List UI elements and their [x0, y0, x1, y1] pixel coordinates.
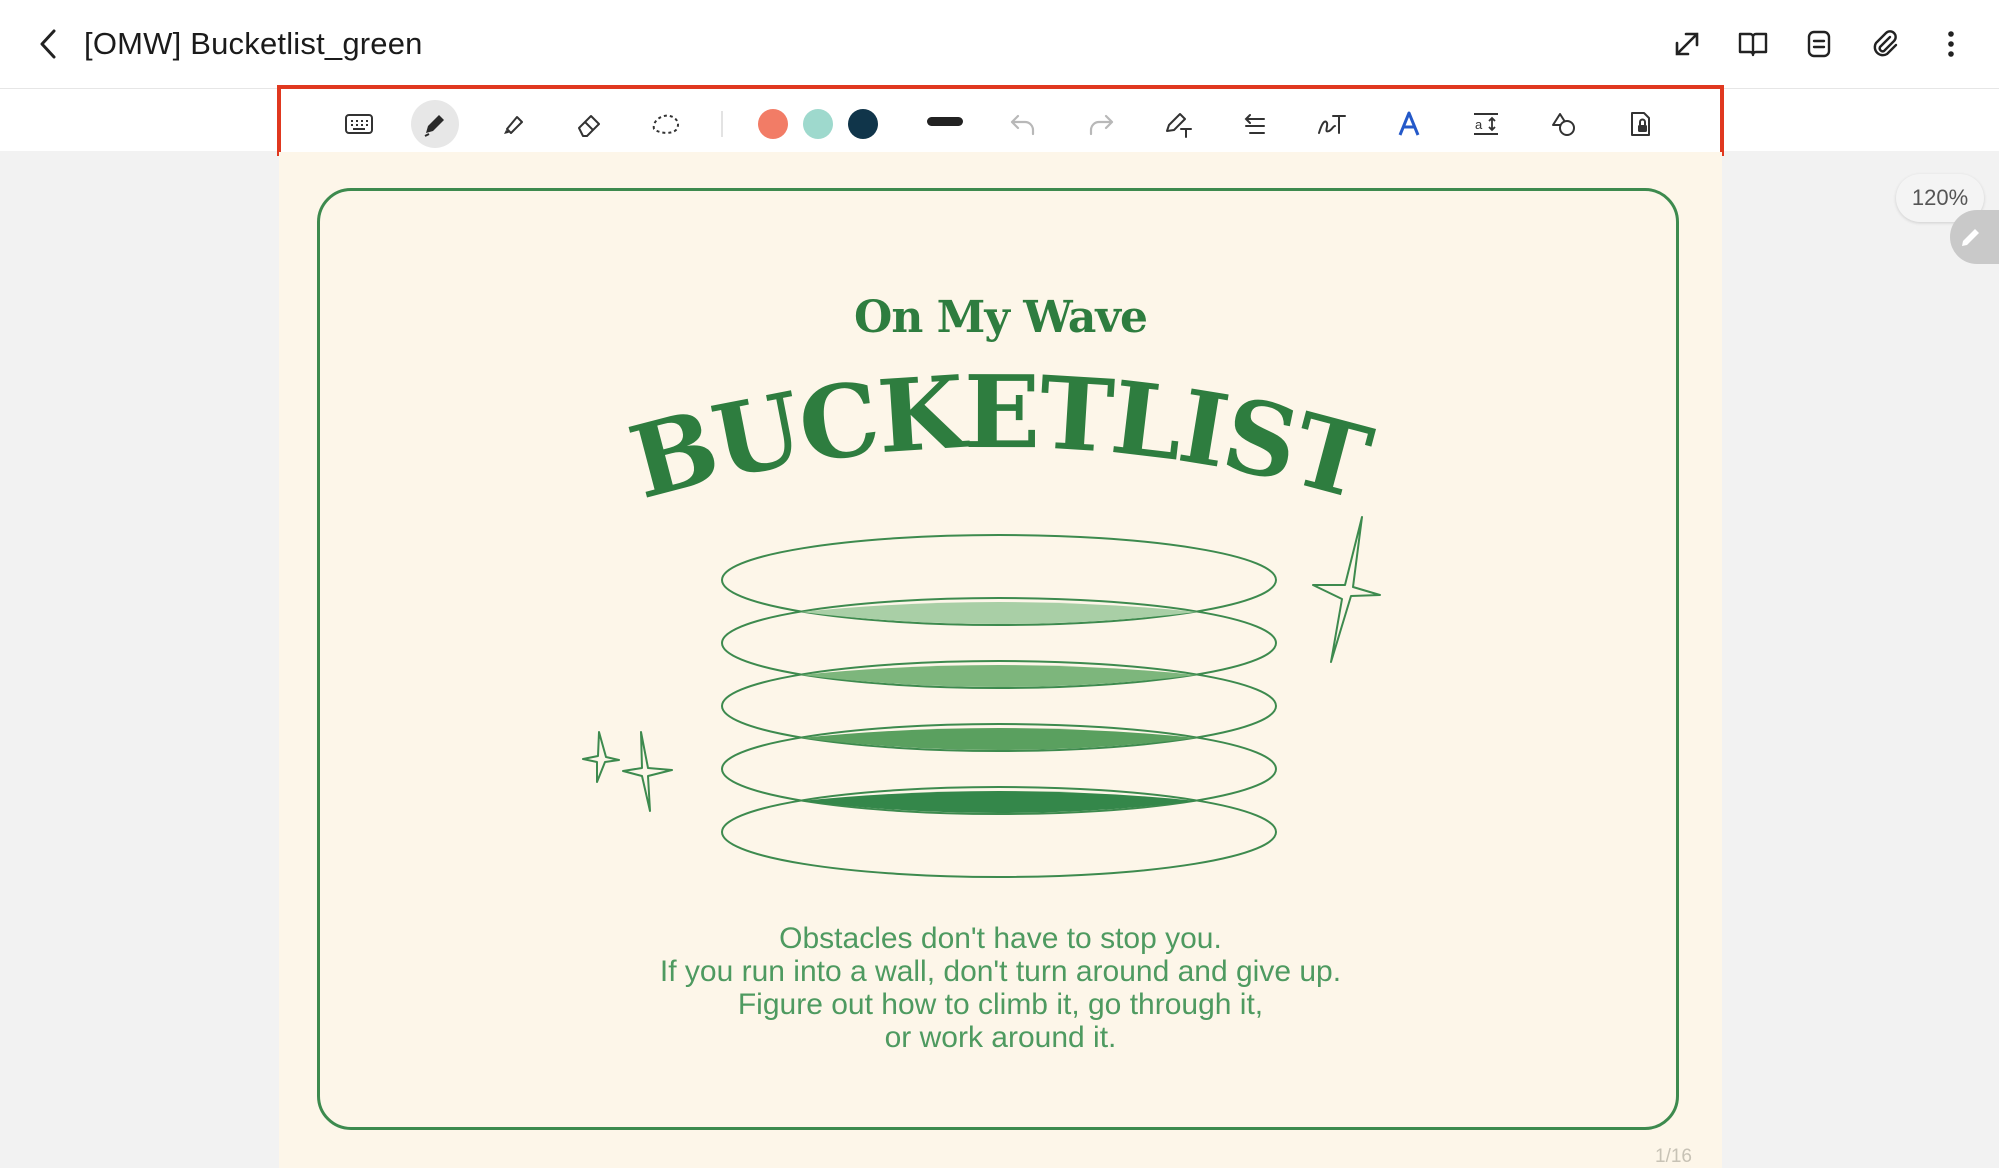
- text-align-icon: [1244, 114, 1265, 134]
- redo-icon: [1089, 114, 1114, 136]
- pen-icon: [424, 115, 444, 137]
- color-swatch-mint[interactable]: [803, 109, 833, 139]
- pen-tool[interactable]: [411, 100, 459, 148]
- more-button[interactable]: [1925, 18, 1977, 70]
- lasso-tool[interactable]: [642, 100, 690, 148]
- page-indicator: 1/16: [1655, 1146, 1692, 1167]
- pen-to-text-tool[interactable]: [1154, 100, 1202, 148]
- read-only-toggle[interactable]: [1616, 100, 1664, 148]
- note-title: [OMW] Bucketlist_green: [84, 26, 423, 61]
- text-spacing-icon: a: [1474, 113, 1498, 135]
- text-style-icon: [1398, 111, 1420, 136]
- page-list-icon: [1807, 30, 1831, 58]
- pencil-icon: [1962, 229, 1979, 246]
- quote-line: Figure out how to climb it, go through i…: [737, 988, 1264, 1021]
- pen-thickness-button[interactable]: [927, 117, 963, 126]
- undo-icon: [1010, 114, 1035, 136]
- pen-to-text-icon: [1166, 113, 1192, 138]
- color-swatch-coral[interactable]: [758, 109, 788, 139]
- attach-icon: [1873, 30, 1898, 57]
- lasso-icon: [652, 114, 679, 134]
- color-swatch-navy[interactable]: [848, 109, 878, 139]
- pen-toolbar: a: [277, 85, 1724, 156]
- sparkle-decoration: [582, 516, 1381, 812]
- page-list-button[interactable]: [1793, 18, 1845, 70]
- header-actions: [1661, 18, 1977, 70]
- note-page[interactable]: On My Wave BUCKETLIST Obstacles don't ha…: [279, 152, 1722, 1168]
- back-button[interactable]: [26, 22, 70, 66]
- shapes-tool[interactable]: [1539, 100, 1587, 148]
- back-arrow-icon: [40, 29, 56, 59]
- eraser-tool[interactable]: [565, 100, 613, 148]
- text-align-tool[interactable]: [1231, 100, 1279, 148]
- bucketlist-heading: BUCKETLIST: [619, 353, 1382, 523]
- text-style-tool[interactable]: [1385, 100, 1433, 148]
- svg-text:a: a: [1475, 117, 1483, 132]
- attach-button[interactable]: [1859, 18, 1911, 70]
- book-view-button[interactable]: [1727, 18, 1779, 70]
- ring-bands: [801, 602, 1197, 813]
- quote-line: If you run into a wall, don't turn aroun…: [659, 955, 1342, 988]
- handwriting-text-tool[interactable]: [1308, 100, 1356, 148]
- read-only-lock-icon: [1631, 112, 1650, 136]
- floating-pen-button[interactable]: [1950, 210, 1999, 264]
- text-spacing-tool[interactable]: a: [1462, 100, 1510, 148]
- highlighter-tool[interactable]: [488, 100, 536, 148]
- expand-button[interactable]: [1661, 18, 1713, 70]
- redo-button[interactable]: [1077, 100, 1125, 148]
- shapes-icon: [1552, 113, 1575, 136]
- quote-text: Obstacles don't have to stop you. If you…: [279, 922, 1722, 1054]
- quote-line: Obstacles don't have to stop you.: [779, 922, 1222, 955]
- quote-line: or work around it.: [884, 1021, 1117, 1054]
- toolbar-separator: [721, 111, 723, 137]
- expand-icon: [1675, 32, 1699, 56]
- keyboard-tool[interactable]: [335, 100, 383, 148]
- book-view-icon: [1738, 32, 1768, 57]
- eraser-icon: [578, 115, 600, 137]
- highlighter-icon: [504, 116, 523, 134]
- keyboard-icon: [345, 114, 373, 134]
- app-bar: [OMW] Bucketlist_green: [0, 0, 1999, 89]
- undo-button[interactable]: [999, 100, 1047, 148]
- stacked-rings-illustration: [721, 534, 1277, 878]
- more-icon: [1948, 31, 1954, 57]
- handwriting-text-icon: [1318, 115, 1346, 134]
